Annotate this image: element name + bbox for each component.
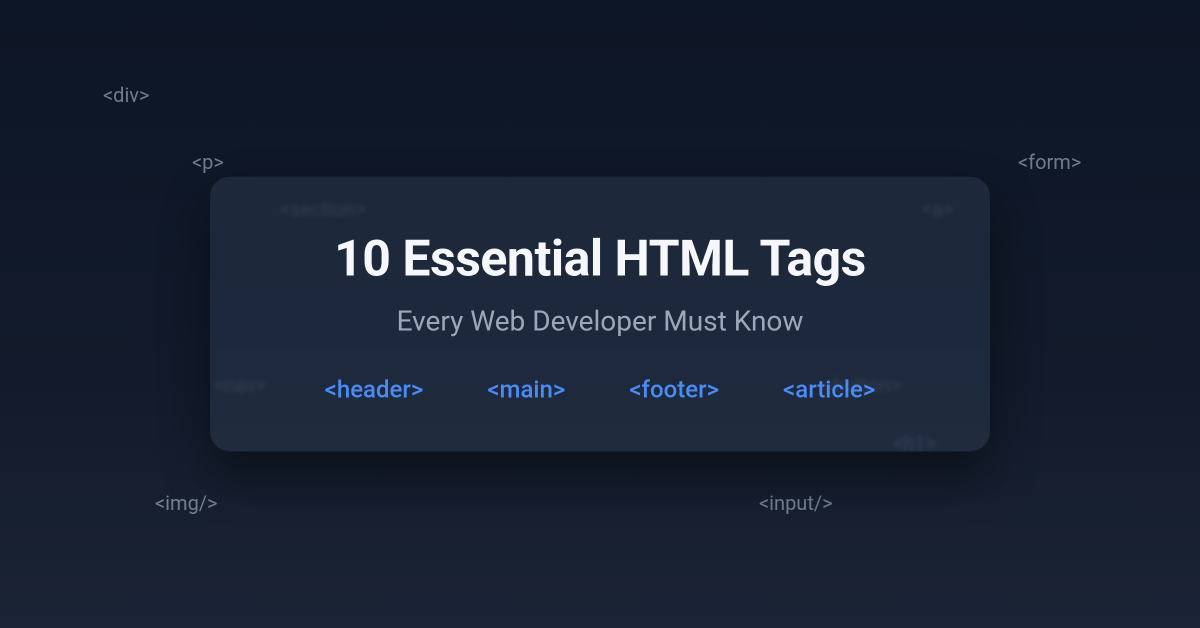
- accent-tag-header: <header>: [325, 376, 424, 404]
- accent-tag-footer: <footer>: [629, 376, 719, 404]
- accent-tag-main: <main>: [487, 376, 565, 404]
- bg-tag-p: <p>: [192, 150, 224, 174]
- accent-tag-article: <article>: [783, 376, 875, 404]
- accent-tag-row: <header> <main> <footer> <article>: [258, 376, 942, 404]
- bg-tag-div: <div>: [103, 83, 149, 107]
- bg-tag-img: <img/>: [155, 491, 218, 515]
- bg-tag-form: <form>: [1018, 150, 1081, 174]
- bg-tag-input: <input/>: [759, 491, 833, 515]
- hero-title: 10 Essential HTML Tags: [258, 231, 942, 289]
- hero-card: 10 Essential HTML Tags Every Web Develop…: [210, 177, 990, 452]
- hero-subtitle: Every Web Developer Must Know: [258, 305, 942, 338]
